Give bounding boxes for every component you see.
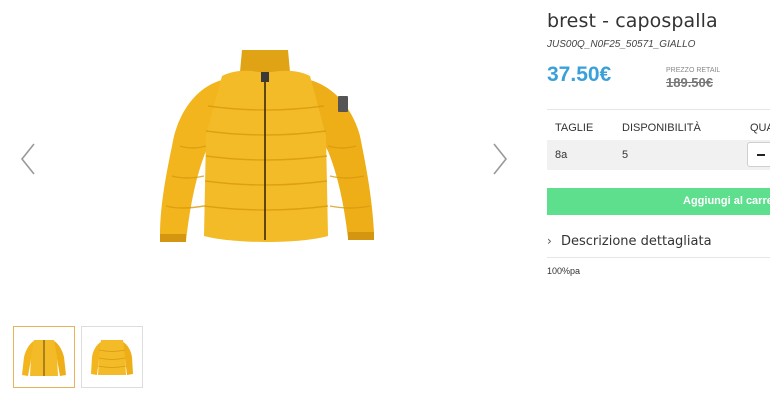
quantity-stepper[interactable] xyxy=(747,142,770,167)
gallery-next-button[interactable] xyxy=(488,142,512,176)
add-to-cart-button[interactable]: Aggiungi al carrello xyxy=(547,188,770,215)
chevron-right-icon: › xyxy=(547,234,552,248)
gallery-prev-button[interactable] xyxy=(16,142,40,176)
chevron-right-icon xyxy=(493,143,508,175)
table-header-size: TAGLIE xyxy=(555,122,594,134)
retail-price: 189.50€ xyxy=(666,75,713,90)
minus-icon[interactable] xyxy=(757,154,765,156)
thumbnail-back[interactable] xyxy=(81,326,143,388)
availability-cell: 5 xyxy=(622,149,629,161)
table-row: 8a 5 xyxy=(547,140,770,170)
table-header-quantity: QUA xyxy=(750,122,770,134)
table-header-availability: DISPONIBILITÀ xyxy=(622,122,701,134)
jacket-thumbnail-image xyxy=(91,340,133,375)
product-main-image xyxy=(130,36,400,248)
product-price: 37.50€ xyxy=(547,63,612,86)
thumbnail-front[interactable] xyxy=(13,326,75,388)
jacket-thumbnail-image xyxy=(22,340,66,376)
size-cell: 8a xyxy=(555,149,568,161)
product-gallery xyxy=(0,0,530,401)
product-sku: JUS00Q_N0F25_50571_GIALLO xyxy=(547,39,696,50)
description-toggle[interactable]: › Descrizione dettagliata xyxy=(547,234,712,249)
product-title: brest - capospalla xyxy=(547,10,718,32)
add-to-cart-label: Aggiungi al carrello xyxy=(683,195,770,207)
description-text: 100%pa xyxy=(547,266,581,276)
retail-price-label: PREZZO RETAIL xyxy=(666,67,721,74)
divider xyxy=(547,109,770,110)
product-info-panel: brest - capospalla JUS00Q_N0F25_50571_GI… xyxy=(547,0,770,401)
chevron-left-icon xyxy=(20,143,35,175)
divider xyxy=(547,257,770,258)
description-toggle-label: Descrizione dettagliata xyxy=(561,234,712,249)
thumbnail-strip xyxy=(13,326,143,388)
